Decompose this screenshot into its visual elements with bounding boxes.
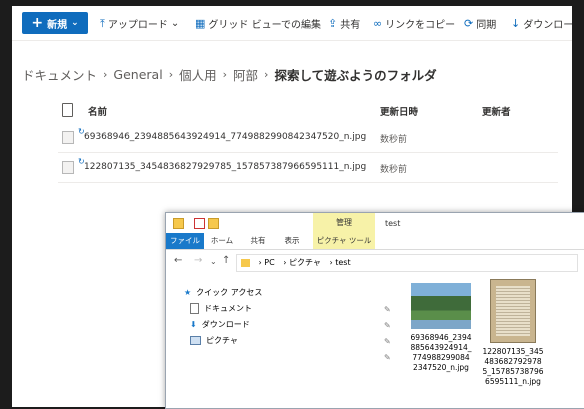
list-header: 名前 更新日時 更新者 xyxy=(58,100,558,124)
address-segment[interactable]: PC xyxy=(264,258,274,267)
breadcrumb: ドキュメント › General › 個人用 › 阿部 › 探索して遊ぶようのフ… xyxy=(22,64,437,84)
properties-icon[interactable] xyxy=(194,218,205,229)
file-modified: 数秒前 xyxy=(380,165,408,175)
share-icon: ⇪ xyxy=(328,17,338,30)
explorer-titlebar: 管理 test xyxy=(166,213,584,233)
plus-icon: + xyxy=(31,15,44,31)
nav-quick-access[interactable]: ★ クイック アクセス xyxy=(184,287,262,298)
upload-label: アップロード xyxy=(107,20,168,31)
address-separator: › xyxy=(258,258,262,267)
tab-file[interactable]: ファイル xyxy=(166,233,204,249)
nav-label: ピクチャ xyxy=(206,336,238,345)
star-icon: ★ xyxy=(184,288,192,297)
chevron-right-icon: › xyxy=(168,67,174,81)
grid-icon: ▦ xyxy=(195,17,206,30)
picture-icon xyxy=(190,336,201,345)
download-icon: ↓ xyxy=(511,17,521,30)
ribbon-tabs: ファイル ホーム 共有 表示 ピクチャ ツール xyxy=(166,233,584,250)
tab-view[interactable]: 表示 xyxy=(280,233,304,249)
breadcrumb-item[interactable]: 阿部 xyxy=(233,65,258,84)
address-input[interactable]: › PC › ピクチャ › test xyxy=(236,254,578,272)
download-label: ダウンロード xyxy=(523,20,572,31)
address-separator: › xyxy=(283,258,287,267)
tab-share[interactable]: 共有 xyxy=(246,233,270,249)
image-thumbnail xyxy=(411,283,471,329)
nav-label: ダウンロード xyxy=(201,320,250,329)
breadcrumb-item[interactable]: General xyxy=(113,67,162,82)
chevron-right-icon: › xyxy=(103,67,108,81)
image-thumbnail xyxy=(490,279,536,343)
column-modified-by-header[interactable]: 更新者 xyxy=(482,104,511,118)
pin-icon[interactable]: ✎ xyxy=(384,337,391,346)
window-title: test xyxy=(385,219,401,228)
sync-button[interactable]: ⟳ 同期 xyxy=(464,16,496,31)
manage-context-tab[interactable]: 管理 xyxy=(313,213,375,233)
navigation-pane: ★ クイック アクセス ドキュメント ⬇ ダウンロード ピクチャ ✎ ✎ ✎ ✎ xyxy=(166,279,396,404)
tab-picture-tools[interactable]: ピクチャ ツール xyxy=(313,233,375,249)
nav-label: ドキュメント xyxy=(204,304,252,313)
address-separator: › xyxy=(329,258,333,267)
image-file-icon xyxy=(62,161,74,174)
copy-link-button[interactable]: ∞ リンクをコピー xyxy=(373,16,455,31)
chevron-down-icon: ⌄ xyxy=(170,18,180,29)
copy-link-label: リンクをコピー xyxy=(385,20,456,31)
pin-icon[interactable]: ✎ xyxy=(384,353,391,362)
nav-documents[interactable]: ドキュメント xyxy=(190,303,252,314)
chevron-down-icon: ⌄ xyxy=(71,18,79,28)
image-file-icon xyxy=(62,131,74,144)
up-icon[interactable]: ↑ xyxy=(222,255,230,266)
upload-icon: ⤒ xyxy=(100,16,105,30)
pin-icon[interactable]: ✎ xyxy=(384,305,391,314)
column-name-header[interactable]: 名前 xyxy=(88,104,107,118)
nav-downloads[interactable]: ⬇ ダウンロード xyxy=(190,319,250,330)
nav-pictures[interactable]: ピクチャ xyxy=(190,335,238,346)
list-item[interactable]: ↻ 122807135_3454836827929785_15785738796… xyxy=(58,154,558,183)
download-button[interactable]: ↓ ダウンロード xyxy=(511,16,572,31)
forward-icon[interactable]: → xyxy=(194,255,202,266)
breadcrumb-item[interactable]: 個人用 xyxy=(179,65,217,84)
document-icon xyxy=(190,303,199,314)
file-explorer-window: 管理 test ファイル ホーム 共有 表示 ピクチャ ツール ← → ⌄ ↑ … xyxy=(165,212,584,409)
breadcrumb-current: 探索して遊ぶようのフォルダ xyxy=(274,67,437,83)
file-modified: 数秒前 xyxy=(380,135,408,145)
chevron-right-icon: › xyxy=(222,67,228,81)
new-button[interactable]: + 新規 ⌄ xyxy=(22,12,88,34)
back-icon[interactable]: ← xyxy=(174,255,182,266)
address-bar-row: ← → ⌄ ↑ › PC › ピクチャ › test xyxy=(166,251,584,273)
address-segment[interactable]: test xyxy=(335,258,350,267)
upload-button[interactable]: ⤒ アップロード ⌄ xyxy=(100,16,180,32)
breadcrumb-item[interactable]: ドキュメント xyxy=(22,65,97,84)
folder-icon xyxy=(173,218,184,229)
folder-icon xyxy=(241,258,250,267)
link-icon: ∞ xyxy=(373,17,383,30)
file-tile[interactable]: 69368946_2394885643924914_77498829908423… xyxy=(410,283,472,373)
new-label: 新規 xyxy=(47,19,68,31)
sync-label: 同期 xyxy=(476,20,497,31)
file-name[interactable]: 122807135_3454836827929785_1578573879665… xyxy=(84,162,366,172)
download-icon: ⬇ xyxy=(190,320,197,329)
address-segment[interactable]: ピクチャ xyxy=(289,258,321,267)
grid-label: グリッド ビューでの編集 xyxy=(208,20,321,31)
new-folder-icon[interactable] xyxy=(208,218,219,229)
command-bar: + 新規 ⌄ ⤒ アップロード ⌄ ▦ グリッド ビューでの編集 ⇪ 共有 ∞ … xyxy=(12,6,572,41)
list-item[interactable]: ↻ 69368946_2394885643924914_774988299084… xyxy=(58,124,558,153)
sync-icon: ⟳ xyxy=(464,17,474,30)
nav-label: クイック アクセス xyxy=(196,288,263,297)
tab-home[interactable]: ホーム xyxy=(210,233,234,249)
share-button[interactable]: ⇪ 共有 xyxy=(328,16,360,31)
file-tile-name: 69368946_2394885643924914_77498829908423… xyxy=(410,333,472,372)
file-tile[interactable]: 122807135_3454836827929785_1578573879665… xyxy=(482,279,544,387)
pin-icon[interactable]: ✎ xyxy=(384,321,391,330)
chevron-right-icon: › xyxy=(264,67,269,81)
file-name[interactable]: 69368946_2394885643924914_77498829908423… xyxy=(84,132,366,142)
column-modified-header[interactable]: 更新日時 xyxy=(380,104,418,118)
chevron-down-icon[interactable]: ⌄ xyxy=(210,257,217,266)
file-tile-name: 122807135_3454836827929785_1578573879665… xyxy=(482,347,544,386)
grid-edit-button[interactable]: ▦ グリッド ビューでの編集 xyxy=(195,16,321,31)
share-label: 共有 xyxy=(340,20,361,31)
